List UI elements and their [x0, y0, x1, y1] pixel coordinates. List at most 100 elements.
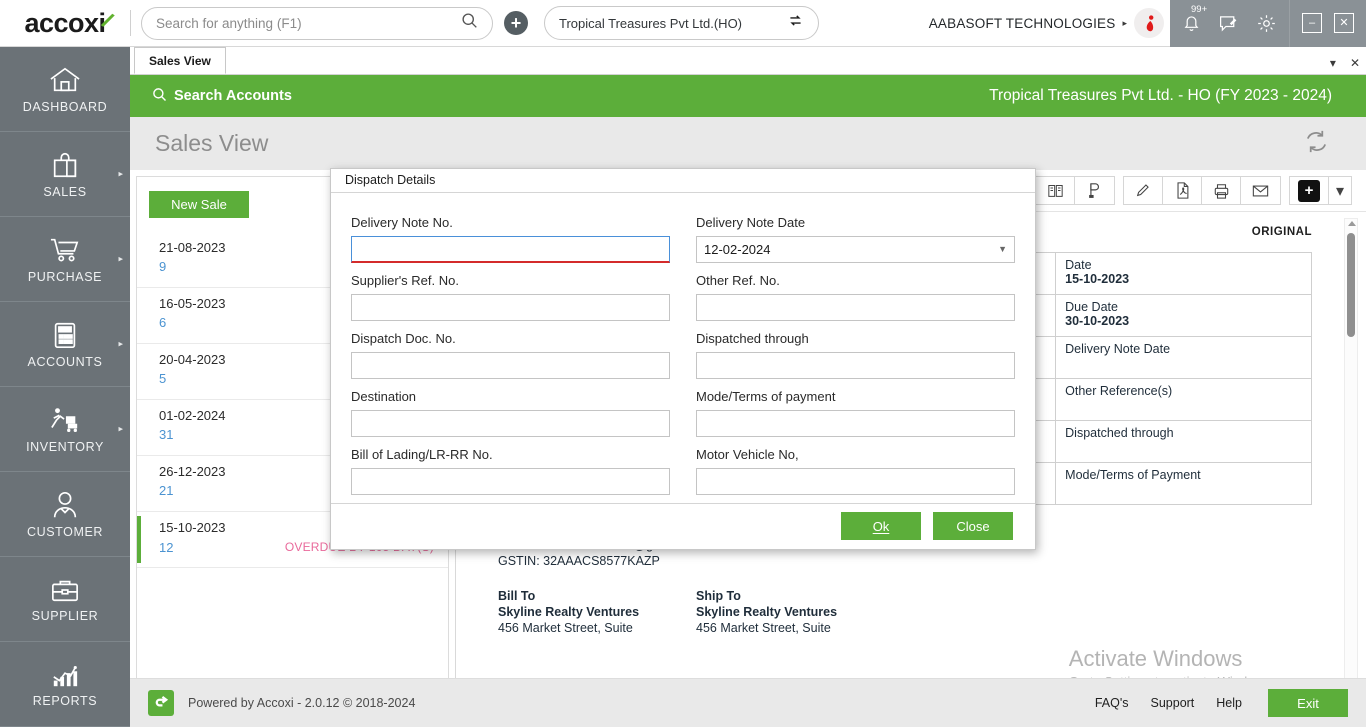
sidebar-item-label: CUSTOMER: [27, 525, 103, 539]
toolbar-group-add: + ▾: [1289, 176, 1352, 205]
field-dispatch-doc-no: Dispatch Doc. No.: [351, 323, 670, 379]
chevron-right-icon[interactable]: ▸: [118, 169, 123, 180]
invoice-cell-label: Dispatched through: [1065, 426, 1173, 440]
chevron-right-icon[interactable]: ▸: [118, 254, 123, 265]
company-fiscal-year-label: Tropical Treasures Pvt Ltd. - HO (FY 202…: [989, 87, 1344, 105]
close-button[interactable]: Close: [933, 512, 1013, 540]
logo-divider: [130, 10, 131, 36]
calculator-icon: [50, 320, 80, 350]
chevron-right-icon[interactable]: ▸: [118, 424, 123, 435]
date-picker[interactable]: ▼: [696, 236, 1015, 263]
invoice-vertical-scrollbar[interactable]: [1344, 218, 1358, 717]
sidebar-item-accounts[interactable]: ACCOUNTS ▸: [0, 302, 130, 387]
email-icon[interactable]: [1241, 177, 1280, 204]
list-item-date: 26-12-2023: [159, 464, 226, 479]
dialog-footer: Ok Close: [331, 503, 1035, 549]
destination-input[interactable]: [351, 410, 670, 437]
motor-vehicle-no-input[interactable]: [696, 468, 1015, 495]
refresh-icon[interactable]: [1302, 127, 1341, 161]
footer-links: FAQ's Support Help: [1095, 696, 1242, 710]
tab-strip-actions: ▾ ✕: [1330, 56, 1360, 70]
list-item-number: 12: [159, 540, 173, 555]
list-item-number: 21: [159, 483, 173, 498]
ledger-icon[interactable]: [1036, 177, 1075, 204]
list-item-date: 01-02-2024: [159, 408, 226, 423]
bill-of-lading-input[interactable]: [351, 468, 670, 495]
close-button-label: Close: [956, 519, 989, 534]
avatar[interactable]: [1134, 8, 1164, 38]
chevron-down-icon[interactable]: ▼: [998, 244, 1007, 254]
chevron-right-icon[interactable]: ▸: [1122, 18, 1127, 29]
tab-sales-view[interactable]: Sales View: [134, 47, 226, 74]
print-icon[interactable]: [1202, 177, 1241, 204]
field-destination: Destination: [351, 381, 670, 437]
switch-company-icon[interactable]: [787, 12, 804, 34]
bill-to-line: 456 Market Street, Suite: [498, 620, 668, 636]
pdf-icon[interactable]: [1163, 177, 1202, 204]
bell-icon[interactable]: 99+: [1182, 13, 1201, 33]
edit-pencil-icon[interactable]: [1124, 177, 1163, 204]
message-icon[interactable]: [1218, 13, 1239, 33]
global-search[interactable]: [141, 7, 493, 40]
warehouse-worker-icon: [47, 405, 83, 435]
organisation-name: AABASOFT TECHNOLOGIES: [929, 16, 1116, 31]
dispatch-doc-no-input[interactable]: [351, 352, 670, 379]
ok-button[interactable]: Ok: [841, 512, 921, 540]
tab-close-icon[interactable]: ✕: [1350, 56, 1360, 70]
delivery-note-no-input[interactable]: [351, 236, 670, 263]
powered-by-label: Powered by Accoxi - 2.0.12 © 2018-2024: [188, 696, 415, 710]
sidebar-item-label: SALES: [43, 185, 86, 199]
scroll-up-arrow-icon[interactable]: [1348, 221, 1356, 226]
invoice-cell-due-date: Due Date 30-10-2023: [1056, 295, 1311, 337]
dispatched-through-input[interactable]: [696, 352, 1015, 379]
field-label: Bill of Lading/LR-RR No.: [351, 447, 670, 462]
footer-link-faqs[interactable]: FAQ's: [1095, 696, 1129, 710]
list-item-date: 16-05-2023: [159, 296, 226, 311]
sidebar-item-inventory[interactable]: INVENTORY ▸: [0, 387, 130, 472]
new-sale-button[interactable]: New Sale: [149, 191, 249, 218]
chevron-right-icon[interactable]: ▸: [118, 339, 123, 350]
mode-terms-of-payment-input[interactable]: [696, 410, 1015, 437]
sidebar-item-customer[interactable]: CUSTOMER: [0, 472, 130, 557]
list-item-date: 15-10-2023: [159, 520, 226, 536]
tab-list-caret-icon[interactable]: ▾: [1330, 56, 1336, 70]
add-plus-icon[interactable]: +: [1290, 177, 1329, 204]
sidebar-item-sales[interactable]: SALES ▸: [0, 132, 130, 217]
list-item-number: 5: [159, 371, 166, 386]
sidebar-item-reports[interactable]: REPORTS: [0, 642, 130, 727]
gear-icon[interactable]: [1256, 13, 1277, 34]
organisation-area[interactable]: AABASOFT TECHNOLOGIES ▸: [929, 0, 1170, 47]
search-input[interactable]: [156, 16, 461, 31]
add-new-icon[interactable]: +: [504, 11, 528, 35]
company-selector-label: Tropical Treasures Pvt Ltd.(HO): [559, 16, 742, 31]
minimize-button[interactable]: –: [1302, 13, 1322, 33]
delivery-note-date-input[interactable]: [696, 236, 1015, 263]
list-item-date: 20-04-2023: [159, 352, 226, 367]
suppliers-ref-no-input[interactable]: [351, 294, 670, 321]
invoice-cell-dispatched-through: Dispatched through: [1056, 421, 1311, 463]
add-caret-icon[interactable]: ▾: [1329, 177, 1351, 204]
close-button[interactable]: ✕: [1334, 13, 1354, 33]
system-icons-group: 99+: [1170, 0, 1289, 47]
sidebar-item-dashboard[interactable]: DASHBOARD: [0, 47, 130, 132]
other-ref-no-input[interactable]: [696, 294, 1015, 321]
company-selector[interactable]: Tropical Treasures Pvt Ltd.(HO): [544, 6, 819, 40]
dispatch-details-dialog: Dispatch Details Delivery Note No. Deliv…: [330, 168, 1036, 550]
p-stamp-icon[interactable]: [1075, 177, 1114, 204]
search-icon[interactable]: [461, 12, 478, 34]
tab-strip: Sales View ▾ ✕: [130, 47, 1366, 75]
scrollbar-thumb[interactable]: [1347, 233, 1355, 337]
exit-button[interactable]: Exit: [1268, 689, 1348, 717]
footer-link-help[interactable]: Help: [1216, 696, 1242, 710]
sidebar-item-purchase[interactable]: PURCHASE ▸: [0, 217, 130, 302]
notification-badge: 99+: [1191, 4, 1207, 15]
footer-link-support[interactable]: Support: [1151, 696, 1195, 710]
sidebar-item-supplier[interactable]: SUPPLIER: [0, 557, 130, 642]
invoice-cell-value: 15-10-2023: [1065, 272, 1302, 286]
field-label: Other Ref. No.: [696, 273, 1015, 288]
field-mode-terms-of-payment: Mode/Terms of payment: [696, 381, 1015, 437]
field-label: Dispatch Doc. No.: [351, 331, 670, 346]
app-logo-text: accoxi: [24, 8, 105, 39]
search-accounts-button[interactable]: Search Accounts: [152, 87, 292, 106]
invoice-cell-mode-terms: Mode/Terms of Payment: [1056, 463, 1311, 505]
